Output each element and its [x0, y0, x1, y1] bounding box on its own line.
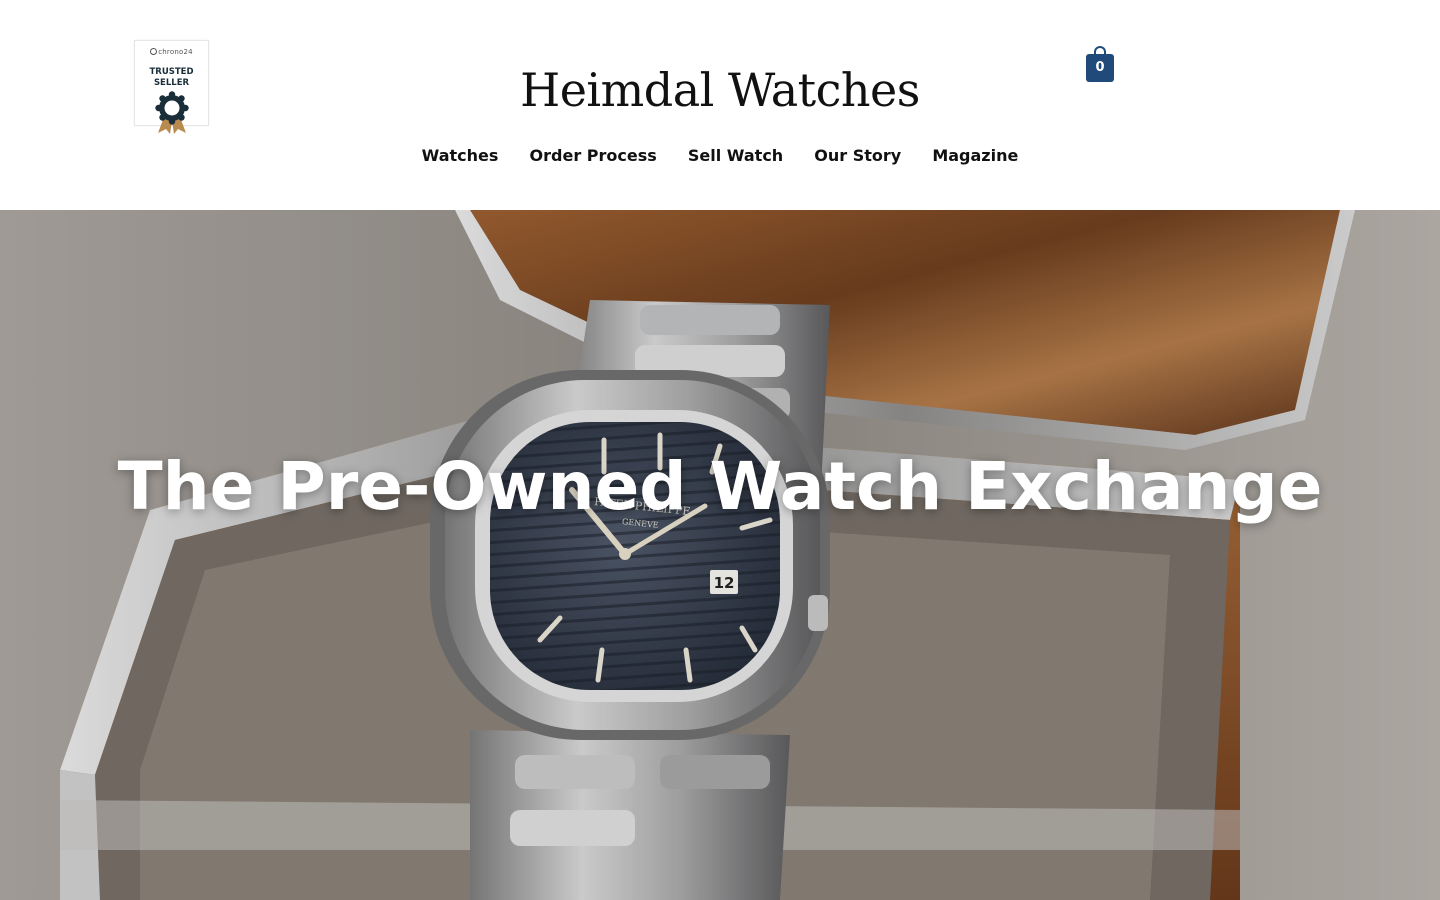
nav-item-magazine[interactable]: Magazine — [932, 143, 1018, 169]
trusted-seller-badge[interactable]: chrono24 TRUSTED SELLER — [134, 40, 209, 134]
cart-count: 0 — [1086, 54, 1114, 82]
nav-item-order-process[interactable]: Order Process — [530, 143, 657, 169]
nav-item-our-story[interactable]: Our Story — [814, 143, 901, 169]
hero-headline: The Pre-Owned Watch Exchange — [117, 448, 1323, 525]
cart-button[interactable]: 0 — [1086, 46, 1114, 82]
nav-item-sell-watch[interactable]: Sell Watch — [688, 143, 783, 169]
main-navigation: Watches Order Process Sell Watch Our Sto… — [0, 143, 1440, 169]
chrono24-logo-icon — [150, 48, 158, 55]
chrono24-brand: chrono24 — [135, 48, 208, 56]
seal-icon — [155, 91, 189, 134]
hero-image: 12 PATEK PHILIPPE GENEVE — [0, 210, 1440, 900]
site-header: chrono24 TRUSTED SELLER Heimdal Watches … — [0, 0, 1440, 210]
badge-line-2: SELLER — [153, 78, 190, 88]
hero-banner: 12 PATEK PHILIPPE GENEVE The Pre-Owned W… — [0, 210, 1440, 900]
badge-line-1: TRUSTED — [149, 67, 194, 77]
site-logo[interactable]: Heimdal Watches — [520, 62, 920, 118]
nav-item-watches[interactable]: Watches — [422, 143, 499, 169]
badge-label: TRUSTED SELLER — [135, 67, 208, 89]
